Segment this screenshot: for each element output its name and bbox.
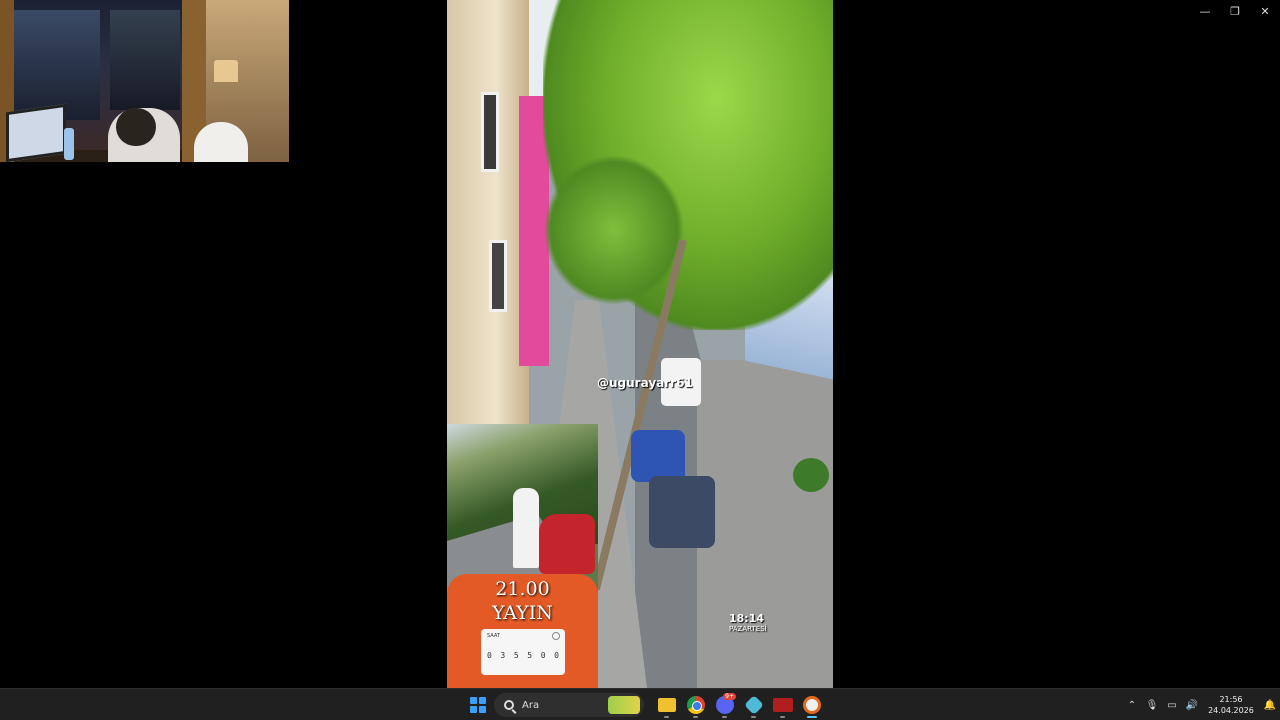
- video-watermark: @ugurayarr61: [597, 376, 693, 390]
- clock-time: 21:56: [1219, 695, 1243, 704]
- microphone-icon[interactable]: 🎙: [1142, 689, 1162, 720]
- video-car-blue: [631, 430, 685, 482]
- discord-badge: 9+: [723, 693, 736, 700]
- webcam-city-view-2: [110, 10, 180, 110]
- network-icon[interactable]: ▭: [1162, 689, 1182, 720]
- restore-button[interactable]: ❐: [1220, 0, 1250, 22]
- taskbar-clock[interactable]: 21:56 24.04.2026: [1206, 694, 1256, 716]
- video-time: 18:14: [729, 612, 765, 625]
- taskbar-apps: Ara 9+: [466, 692, 826, 718]
- promo-label: YAYIN: [492, 602, 553, 624]
- system-tray: ⌃ 🎙 ▭ 🔊 21:56 24.04.2026 🔔: [1122, 689, 1280, 720]
- video-building-window: [489, 240, 507, 312]
- clock-digit: 3: [500, 651, 506, 660]
- close-button[interactable]: ✕: [1250, 0, 1280, 22]
- taskbar: Ara 9+ ⌃ 🎙 ▭ 🔊 21:56 24.04.2026 🔔: [0, 688, 1280, 720]
- clock-digit: 0: [487, 651, 492, 660]
- voicemeeter-icon[interactable]: [768, 692, 797, 718]
- promo-red-car: [539, 514, 595, 574]
- clock-digit: 5: [527, 651, 533, 660]
- stream-promo: 21.00 YAYIN SAAT 0 3 5 5 0 0: [447, 424, 598, 688]
- extension-icon[interactable]: [739, 692, 768, 718]
- search-icon: [504, 700, 514, 710]
- clock-digit: 5: [513, 651, 519, 660]
- promo-time: 21.00: [495, 578, 550, 600]
- discord-icon[interactable]: 9+: [710, 692, 739, 718]
- clock-digit: 0: [540, 651, 546, 660]
- video-car-dark: [649, 476, 715, 548]
- clock-date: 24.04.2026: [1208, 706, 1254, 715]
- notifications-icon[interactable]: 🔔: [1260, 689, 1280, 720]
- media-player-icon[interactable]: [797, 692, 826, 718]
- alarm-icon: [552, 632, 560, 640]
- file-explorer-icon[interactable]: [652, 692, 681, 718]
- video-day: PAZARTESİ: [729, 625, 767, 633]
- promo-clock-card: SAAT 0 3 5 5 0 0: [481, 629, 565, 675]
- video-sidewalk-right: [697, 360, 833, 688]
- webcam-monitor: [6, 103, 66, 162]
- promo-person: [513, 488, 539, 568]
- webcam-city-view: [12, 10, 100, 120]
- taskbar-search[interactable]: Ara: [494, 693, 644, 717]
- webcam-overlay: [0, 0, 289, 162]
- window-controls: — ❐ ✕: [1190, 0, 1280, 22]
- promo-clock-digits: 0 3 5 5 0 0: [487, 651, 559, 660]
- webcam-lamp: [214, 60, 238, 82]
- minimize-button[interactable]: —: [1190, 0, 1220, 22]
- video-building-left: [447, 0, 529, 424]
- video-planter: [793, 458, 829, 492]
- promo-clock-header: SAAT: [487, 633, 500, 639]
- chevron-up-icon[interactable]: ⌃: [1122, 689, 1142, 720]
- video-building-window: [481, 92, 499, 172]
- windows-start-icon[interactable]: [466, 693, 490, 717]
- clock-digit: 0: [554, 651, 559, 660]
- search-highlight-icon: [608, 696, 640, 714]
- chrome-icon[interactable]: [681, 692, 710, 718]
- webcam-streamer-head: [116, 108, 156, 146]
- volume-icon[interactable]: 🔊: [1182, 689, 1202, 720]
- search-placeholder: Ara: [522, 699, 540, 711]
- video-player[interactable]: @ugurayarr61 18:14 PAZARTESİ 21.00 YAYIN…: [447, 0, 833, 688]
- video-timestamp: 18:14 PAZARTESİ: [729, 612, 767, 633]
- webcam-bottle: [64, 128, 74, 160]
